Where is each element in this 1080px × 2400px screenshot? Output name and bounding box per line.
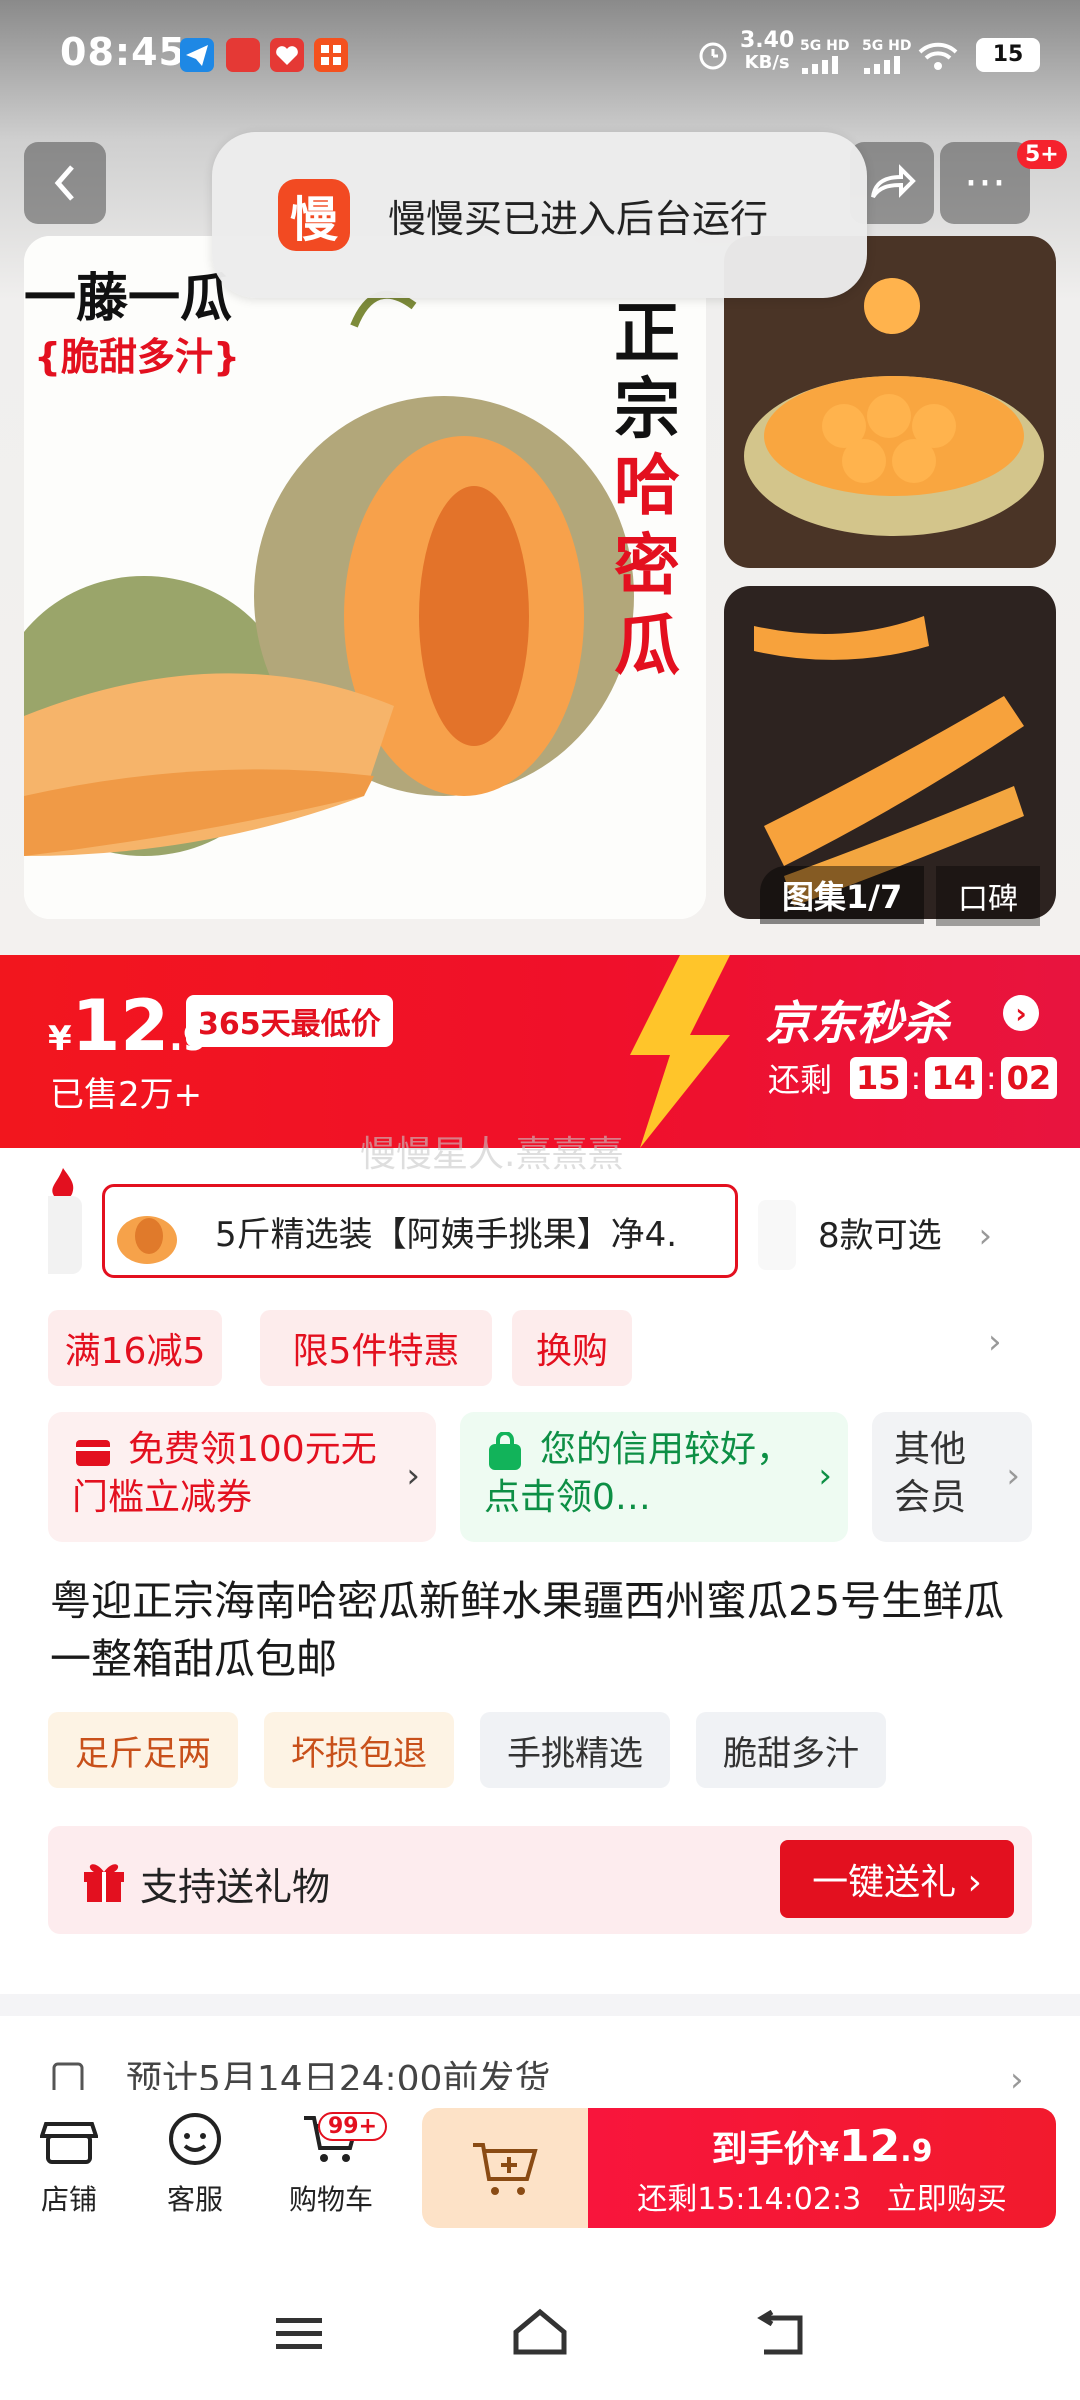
heart-app-icon — [270, 38, 304, 72]
watermark: 慢慢星人.熹熹熹 — [360, 1134, 624, 1175]
sold-count: 已售2万+ — [50, 1075, 203, 1115]
background-toast: 慢 慢慢买已进入后台运行 — [212, 132, 867, 298]
promo-tag-3[interactable]: 换购 — [512, 1310, 632, 1386]
lightning-icon — [630, 955, 730, 1148]
more-badge: 5+ — [1017, 140, 1067, 169]
variant-more[interactable]: 8款可选 › — [818, 1208, 992, 1257]
feature-tag-2: 坏损包退 — [264, 1712, 454, 1788]
manmanmai-logo-icon: 慢 — [278, 179, 350, 251]
add-cart-icon — [473, 2143, 538, 2195]
net-speed: 3.40 KB/s — [740, 28, 795, 74]
chevron-right-icon: › — [406, 1456, 420, 1496]
cart-count-badge: 99+ — [318, 2112, 388, 2141]
shop-button[interactable]: 店铺 — [14, 2110, 124, 2218]
seckill-arrow-icon[interactable]: › — [1003, 995, 1039, 1031]
shopping-bag-icon — [489, 1432, 521, 1470]
coupon-icon — [76, 1440, 110, 1466]
product-title: 粤迎正宗海南哈密瓜新鲜水果疆西州蜜瓜25号生鲜瓜一整箱甜瓜包邮 — [50, 1577, 1005, 1683]
chevron-right-icon: › — [818, 1456, 832, 1496]
menu-nav-icon[interactable] — [272, 2314, 326, 2358]
hero-vertical-2: 哈密瓜 — [614, 447, 680, 684]
coupon-card-2[interactable]: 您的信用较好，点击领0… › — [460, 1412, 848, 1542]
add-to-cart-button[interactable] — [422, 2108, 590, 2228]
send-gift-button[interactable]: 一键送礼 › — [780, 1840, 1014, 1918]
telegram-icon — [180, 38, 214, 72]
promotions-chevron-icon[interactable]: › — [988, 1322, 1002, 1362]
hero-subslogan: {脆甜多汁} — [34, 335, 241, 379]
battery-indicator: 15 — [976, 38, 1040, 72]
variant-label: 5斤精选装【阿姨手挑果】净4. — [215, 1214, 678, 1255]
gift-icon — [84, 1864, 124, 1902]
lowest-price-tag: 365天最低价 — [186, 995, 393, 1047]
toast-message: 慢慢买已进入后台运行 — [388, 196, 769, 241]
feature-tag-3: 手挑精选 — [480, 1712, 670, 1788]
price-banner: ¥12.9 365天最低价 已售2万+ 京东秒杀 › 还剩 15: 14: 02 — [0, 955, 1080, 1148]
wifi-icon — [918, 40, 958, 76]
share-icon — [871, 164, 916, 199]
seckill-countdown: 还剩 15: 14: 02 — [768, 1055, 1061, 1101]
chevron-right-icon: › — [1006, 1456, 1020, 1496]
seckill-title[interactable]: 京东秒杀 — [765, 987, 949, 1053]
system-navigation-bar — [0, 2270, 1080, 2400]
store-icon — [39, 2110, 99, 2168]
back-nav-icon[interactable] — [752, 2309, 808, 2360]
main-product-image[interactable]: 一藤一瓜 {脆甜多汁} 正宗 哈密瓜 — [24, 236, 706, 919]
grid-app-icon — [314, 38, 348, 72]
status-time: 08:45 — [60, 30, 186, 74]
red-app-icon — [226, 38, 260, 72]
status-bar: 08:45 3.40 KB/s 5G HD 5G HD 15 — [0, 0, 1080, 110]
service-button[interactable]: 客服 — [140, 2110, 250, 2218]
hero-slogan: 一藤一瓜 — [24, 269, 233, 329]
section-divider — [0, 1994, 1080, 2016]
promo-tag-2[interactable]: 限5件特惠 — [260, 1310, 492, 1386]
chevron-right-icon: › — [978, 1216, 993, 1256]
promo-tag-1[interactable]: 满16减5 — [48, 1310, 222, 1386]
signal-1: 5G HD — [800, 38, 850, 78]
gallery-counter: 图集1/7 — [760, 866, 925, 924]
coupon-card-3[interactable]: 其他会员 › — [872, 1412, 1032, 1542]
coupon-card-1[interactable]: 免费领100元无门槛立减券 › — [48, 1412, 436, 1542]
price: ¥12.9 — [48, 985, 208, 1067]
variant-next-stub[interactable] — [758, 1200, 796, 1270]
feature-tag-1: 足斤足两 — [48, 1712, 238, 1788]
home-nav-icon[interactable] — [510, 2306, 570, 2360]
hero-vertical-1: 正宗 — [614, 295, 680, 448]
more-icon: ··· — [964, 157, 1006, 209]
review-tab[interactable]: 口碑 — [936, 866, 1040, 926]
variant-prev-stub[interactable] — [48, 1196, 82, 1274]
smiley-icon — [166, 2110, 224, 2168]
back-button[interactable] — [24, 142, 106, 224]
gift-label: 支持送礼物 — [140, 1865, 331, 1909]
feature-tag-4: 脆甜多汁 — [696, 1712, 886, 1788]
buy-now-button[interactable]: 到手价¥12.9 还剩15:14:02:3 立即购买 — [588, 2108, 1056, 2228]
alarm-icon — [696, 38, 730, 76]
variant-thumb — [109, 1192, 195, 1270]
variant-selected[interactable]: 5斤精选装【阿姨手挑果】净4. — [102, 1184, 738, 1278]
signal-2: 5G HD — [862, 38, 912, 78]
